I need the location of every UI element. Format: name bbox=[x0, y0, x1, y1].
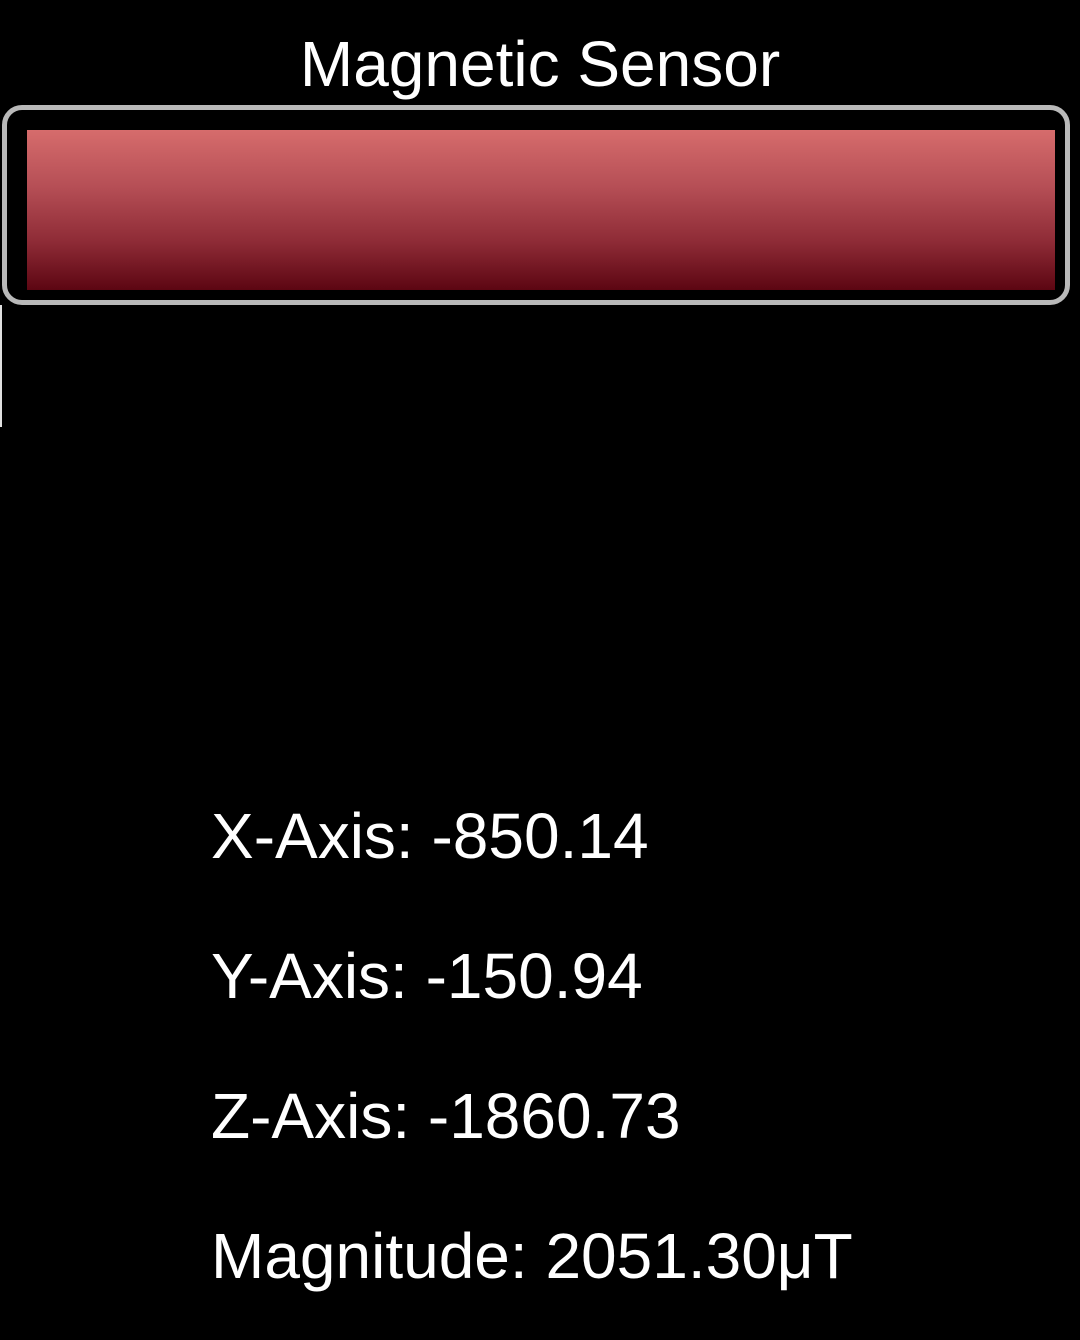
z-axis-reading: Z-Axis: -1860.73 bbox=[211, 1080, 681, 1152]
sensor-readings: X-Axis: -850.14 Y-Axis: -150.94 Z-Axis: … bbox=[211, 798, 853, 1340]
magnitude-meter bbox=[2, 105, 1070, 305]
meter-edge-marker bbox=[0, 305, 2, 427]
x-axis-reading: X-Axis: -850.14 bbox=[211, 800, 649, 872]
magnitude-reading: Magnitude: 2051.30μT bbox=[211, 1220, 853, 1292]
magnitude-meter-fill bbox=[27, 130, 1055, 290]
y-axis-reading: Y-Axis: -150.94 bbox=[211, 940, 643, 1012]
page-title: Magnetic Sensor bbox=[299, 28, 781, 100]
